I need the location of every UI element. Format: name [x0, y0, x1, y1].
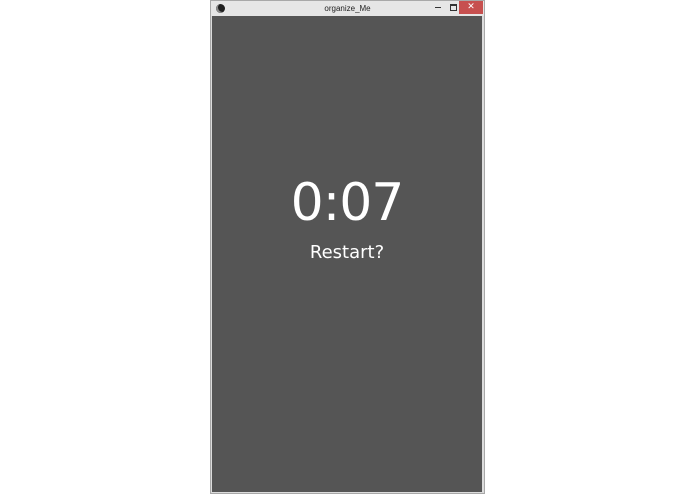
- maximize-icon: [450, 4, 457, 11]
- app-window: organize_Me ✕ 0:07 Restart?: [210, 0, 485, 494]
- timer-display: 0:07: [290, 173, 405, 233]
- app-canvas: 0:07 Restart?: [212, 16, 482, 492]
- restart-button[interactable]: Restart?: [212, 240, 482, 266]
- close-button[interactable]: ✕: [459, 1, 483, 14]
- close-icon: ✕: [467, 2, 475, 12]
- minimize-icon: [435, 7, 441, 8]
- title-bar[interactable]: organize_Me ✕: [211, 1, 484, 16]
- minimize-button[interactable]: [432, 1, 445, 14]
